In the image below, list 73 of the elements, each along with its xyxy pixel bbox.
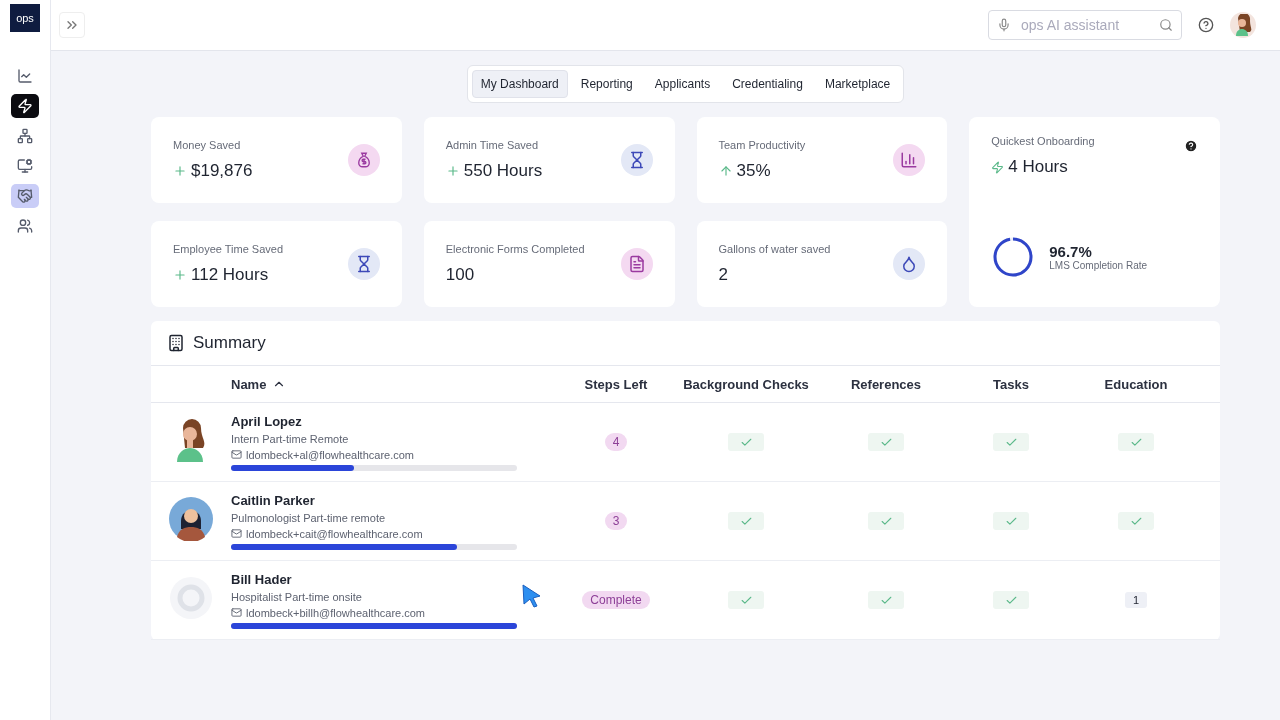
user-avatar[interactable]: [1230, 12, 1256, 38]
tab[interactable]: Applicants: [645, 70, 720, 98]
steps-badge: 4: [604, 433, 628, 451]
search-bar[interactable]: ops AI assistant: [988, 10, 1182, 40]
hierarchy-icon[interactable]: [17, 128, 33, 144]
money-bag-icon: [347, 144, 380, 176]
applicant-role: Intern Part-time Remote: [231, 432, 350, 445]
stat-value: 112 Hours: [191, 265, 269, 285]
applicant-email: ldombeck+cait@flowhealthcare.com: [246, 527, 423, 540]
plus-icon: [173, 164, 187, 178]
column-header[interactable]: Background Checks: [683, 376, 809, 392]
plus-icon: [173, 268, 187, 282]
person-avatar: [169, 497, 213, 541]
column-header[interactable]: Name: [231, 376, 267, 392]
bar-chart-icon: [893, 144, 926, 176]
applicant-name: Bill Hader: [231, 571, 293, 587]
placeholder-avatar: [169, 576, 213, 620]
microphone-icon[interactable]: [997, 18, 1011, 32]
applicant-role: Pulmonologist Part-time remote: [231, 511, 387, 524]
stat-value: $19,876: [191, 161, 253, 181]
stat-value: 2: [718, 265, 728, 285]
mail-icon: [231, 449, 242, 460]
search-icon[interactable]: [1159, 18, 1173, 32]
rate-value: 96.7%: [1049, 243, 1093, 260]
tab[interactable]: Marketplace: [815, 70, 900, 98]
stat-label: Gallons of water saved: [718, 243, 831, 255]
document-icon: [620, 248, 653, 280]
stat-value: 35%: [736, 161, 771, 181]
bolt-icon[interactable]: [17, 98, 33, 114]
applicant-name: Caitlin Parker: [231, 492, 316, 508]
people-icon[interactable]: [17, 218, 33, 234]
steps-badge: 3: [604, 512, 628, 530]
sidebar-item[interactable]: [11, 94, 39, 118]
logo[interactable]: ops: [10, 4, 40, 32]
expand-button[interactable]: [59, 12, 85, 38]
stat-label: Team Productivity: [718, 139, 806, 151]
applicant-role: Hospitalist Part-time onsite: [231, 590, 363, 603]
droplet-icon: [893, 248, 926, 280]
bolt-icon: [991, 160, 1005, 174]
handshake-icon[interactable]: [17, 188, 33, 204]
cursor-icon: [521, 583, 543, 609]
help-icon[interactable]: [1198, 17, 1214, 33]
tab[interactable]: My Dashboard: [471, 70, 568, 98]
column-header[interactable]: References: [850, 376, 922, 392]
column-header[interactable]: Tasks: [993, 376, 1029, 392]
stat-label: Employee Time Saved: [173, 243, 284, 255]
column-header[interactable]: Steps Left: [584, 376, 648, 392]
mail-icon: [231, 528, 242, 539]
stat-label: Admin Time Saved: [445, 139, 540, 151]
steps-badge: Complete: [582, 591, 650, 609]
stat-label: Money Saved: [173, 139, 242, 151]
rate-caption: LMS Completion Rate: [1049, 260, 1148, 271]
sidebar-item[interactable]: [11, 184, 39, 208]
hourglass-icon: [347, 248, 380, 280]
stat-value: 550 Hours: [463, 161, 543, 181]
column-header[interactable]: Education: [1104, 376, 1168, 392]
count-badge: 1: [1124, 592, 1148, 608]
tab[interactable]: Credentialing: [723, 70, 812, 98]
applicant-email: ldombeck+al@flowhealthcare.com: [246, 448, 414, 461]
applicant-name: April Lopez: [231, 413, 303, 429]
applicant-email: ldombeck+billh@flowhealthcare.com: [246, 606, 425, 619]
hourglass-icon: [620, 144, 653, 176]
line-chart-icon[interactable]: [17, 68, 33, 84]
stat-value: 4 Hours: [1008, 157, 1068, 177]
stat-label: Quickest Onboarding: [991, 135, 1095, 147]
tab[interactable]: Reporting: [571, 70, 642, 98]
stat-value: 100: [445, 265, 475, 285]
plus-icon: [445, 164, 460, 178]
panel-title: Summary: [193, 333, 266, 353]
stat-label: Electronic Forms Completed: [445, 243, 585, 255]
monitor-icon[interactable]: [17, 158, 33, 174]
building-icon: [167, 334, 185, 352]
mail-icon: [231, 607, 242, 618]
